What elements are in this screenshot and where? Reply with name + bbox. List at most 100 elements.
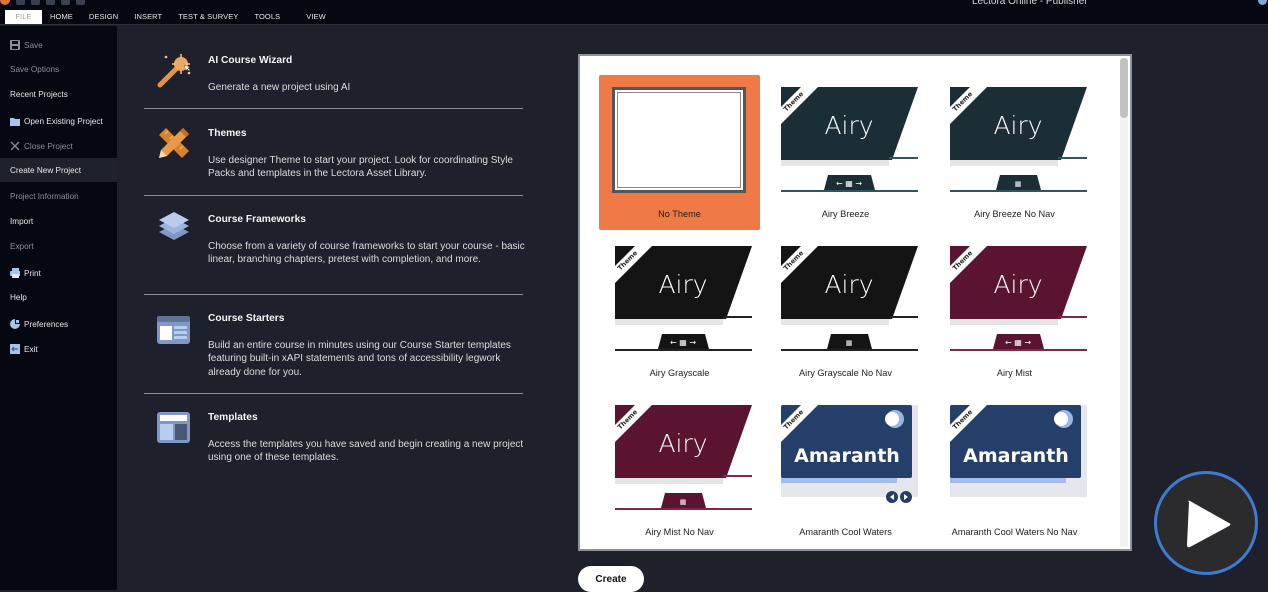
tab-view[interactable]: VIEW [298,10,334,24]
option-description: Generate a new project using AI [208,82,351,93]
theme-label: Airy Grayscale [649,368,710,378]
play-icon [1187,500,1231,548]
theme-wordmark: Airy [824,270,873,299]
tab-design[interactable]: DESIGN [81,10,126,24]
option-description: Use designer Theme to start your project… [208,155,513,180]
sidebar-item-save-options[interactable]: Save Options [0,57,117,81]
theme-tile[interactable]: Airy ▦ Theme Airy Mist No Nav [599,393,760,548]
sidebar-item-label: Export [10,241,34,251]
theme-tile[interactable]: Airy ▦ Theme Airy Breeze No Nav [934,75,1095,230]
layers-icon [156,210,190,244]
app-title: Lectora Online - Publisher [972,0,1088,7]
sidebar-item-create-new-project[interactable]: Create New Project [0,158,117,182]
folder-icon [10,116,20,126]
theme-tile[interactable]: Airy ← ▦ → Theme Airy Breeze [765,75,926,230]
tab-tools[interactable]: TOOLS [246,10,288,24]
theme-wordmark: Amaranth [794,445,900,467]
theme-label: Airy Mist [996,368,1033,378]
quick-access-toolbar [0,0,85,6]
create-button[interactable]: Create [578,566,644,592]
theme-preview: Airy▦Theme [615,405,752,510]
ribbon-tabs: FILE HOME DESIGN INSERT TEST & SURVEY TO… [5,10,334,24]
theme-label: Airy Grayscale No Nav [799,368,892,378]
option-description: Access the templates you have saved and … [208,439,524,464]
save-icon [10,40,20,50]
tab-test-survey[interactable]: TEST & SURVEY [170,10,246,24]
sidebar-item-label: Exit [24,344,38,354]
theme-preview: Airy▦Theme [781,246,918,351]
sidebar-item-recent-projects[interactable]: Recent Projects [0,82,117,106]
scrollbar-track[interactable] [1120,58,1128,547]
svg-text:▦: ▦ [1015,180,1022,188]
option-title: Course Frameworks [208,214,306,225]
theme-label: No Theme [658,209,701,219]
course-starter-icon [156,311,190,345]
theme-preview: AmaranthTheme [950,405,1087,497]
sidebar-item-label: Print [24,268,41,278]
theme-wordmark: Amaranth [963,445,1069,467]
svg-text:← ▦ →: ← ▦ → [836,179,862,188]
svg-text:▦: ▦ [846,339,853,347]
theme-gallery: No Theme Airy ← ▦ → Theme Airy Breeze Airy ▦ Th… [578,54,1132,551]
sidebar-item-import[interactable]: Import [0,209,117,233]
svg-text:▦: ▦ [680,498,687,506]
theme-tile[interactable]: Amaranth Theme Amaranth Cool Waters [765,393,926,548]
option-ai-course-wizard[interactable]: AI Course Wizard Generate a new project … [144,45,523,108]
redo-quick-icon[interactable] [46,0,55,5]
undo-quick-icon[interactable] [31,0,40,5]
app-logo-icon [0,0,10,5]
option-themes[interactable]: Themes Use designer Theme to start your … [144,109,523,195]
magic-wand-icon [156,53,191,88]
publish-quick-icon[interactable] [61,0,70,5]
sidebar-item-project-information[interactable]: Project Information [0,184,117,208]
theme-wordmark: Airy [993,111,1042,140]
theme-preview: Airy← ▦ →Theme [781,87,918,192]
theme-wordmark: Airy [824,111,873,140]
sidebar-item-label: Save [24,40,43,50]
option-description: Choose from a variety of course framewor… [208,241,525,266]
theme-tile[interactable]: Airy ▦ Theme Airy Grayscale No Nav [765,234,926,389]
scrollbar-thumb[interactable] [1120,58,1128,118]
sidebar-item-print[interactable]: Print [0,261,117,285]
sidebar-item-label: Help [10,292,27,302]
option-course-starters[interactable]: Course Starters Build an entire course i… [144,295,523,393]
sidebar-item-label: Recent Projects [10,89,68,99]
exit-icon [10,344,20,354]
svg-text:← ▦ →: ← ▦ → [1005,338,1031,347]
sidebar-item-help[interactable]: Help [0,285,117,309]
theme-preview: AmaranthTheme [781,405,918,503]
sidebar-item-label: Create New Project [10,165,81,175]
sidebar-item-open-existing-project[interactable]: Open Existing Project [0,109,117,133]
video-play-button[interactable] [1154,471,1258,575]
close-icon [10,141,20,151]
theme-tile[interactable]: Airy ← ▦ → Theme Airy Mist [934,234,1095,389]
tab-file[interactable]: FILE [5,10,42,24]
tab-insert[interactable]: INSERT [126,10,170,24]
preview-quick-icon[interactable] [76,0,85,5]
theme-label: Amaranth Cool Waters No Nav [951,527,1078,537]
info-icon[interactable] [1258,0,1267,5]
theme-tile[interactable]: No Theme [599,75,760,230]
option-description: Build an entire course in minutes using … [208,340,511,378]
theme-tile[interactable]: Airy ← ▦ → Theme Airy Grayscale [599,234,760,389]
option-title: Themes [208,128,247,139]
sidebar-item-exit[interactable]: Exit [0,337,117,361]
file-menu-sidebar: Save Save Options Recent Projects Open E… [0,26,117,590]
sidebar-item-save[interactable]: Save [0,33,117,57]
sidebar-item-label: Project Information [10,191,79,201]
theme-preview: Airy← ▦ →Theme [615,246,752,351]
title-bar: Lectora Online - Publisher FILE HOME DES… [0,0,1268,25]
theme-preview: Airy▦Theme [950,87,1087,192]
theme-wordmark: Airy [658,429,707,458]
theme-wordmark: Airy [993,270,1042,299]
option-templates[interactable]: Templates Access the templates you have … [144,394,523,474]
sidebar-item-close-project[interactable]: Close Project [0,134,117,158]
tab-home[interactable]: HOME [42,10,81,24]
theme-tile[interactable]: Amaranth Theme Amaranth Cool Waters No Nav [934,393,1095,548]
save-quick-icon[interactable] [16,0,25,5]
option-title: AI Course Wizard [208,55,293,66]
option-course-frameworks[interactable]: Course Frameworks Choose from a variety … [144,196,525,294]
sidebar-item-export[interactable]: Export [0,234,117,258]
sidebar-item-preferences[interactable]: Preferences [0,312,117,336]
ruler-pencil-icon [156,125,190,159]
